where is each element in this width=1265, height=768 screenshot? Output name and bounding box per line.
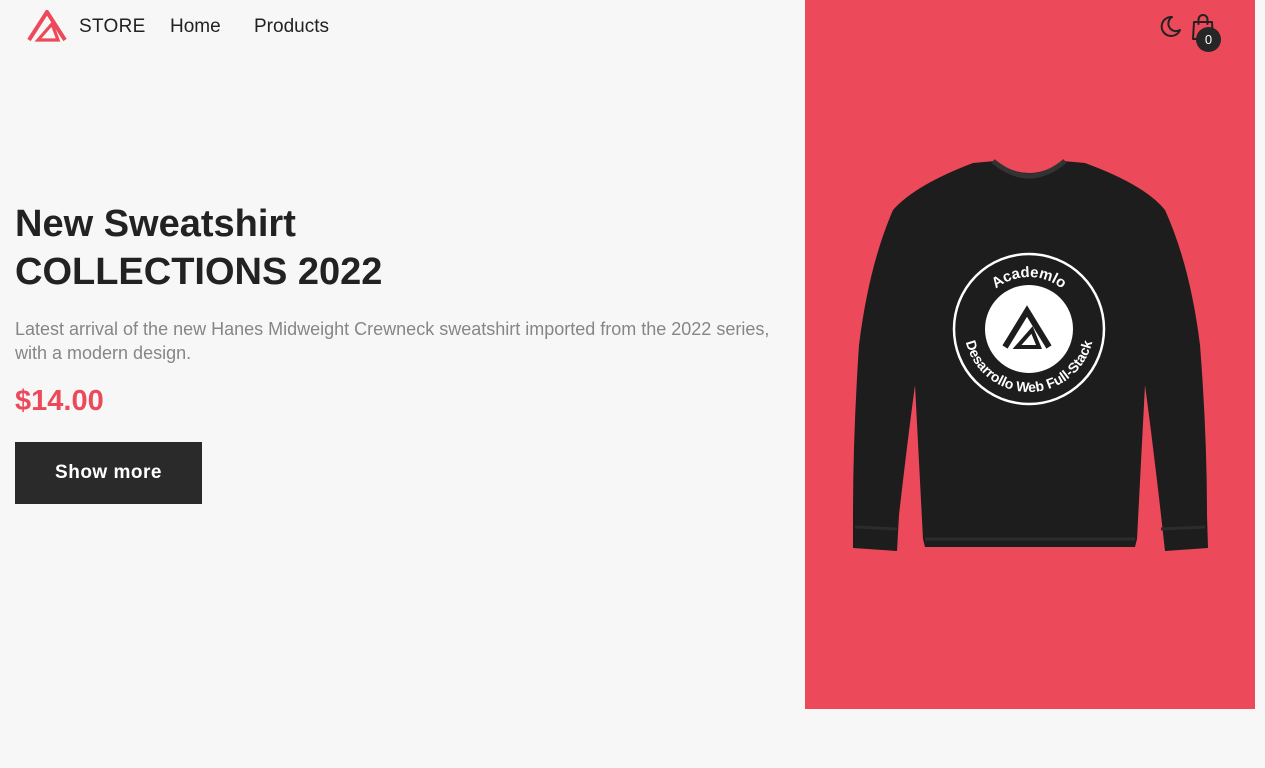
nav-link-home[interactable]: Home [170, 16, 221, 38]
hero-title-line1: New Sweatshirt [15, 203, 296, 245]
hero-price: $14.00 [15, 385, 104, 417]
hero-title: New Sweatshirt COLLECTIONS 2022 [15, 200, 575, 296]
brand-name[interactable]: STORE [79, 16, 146, 38]
nav-link-products[interactable]: Products [254, 16, 329, 38]
show-more-button[interactable]: Show more [15, 442, 202, 504]
hero-description: Latest arrival of the new Hanes Midweigh… [15, 319, 770, 363]
cart-count-badge: 0 [1196, 27, 1221, 52]
hero-title-line2: COLLECTIONS 2022 [15, 251, 383, 293]
sweatshirt-image: Academlo Desarrollo Web Full-Stack [853, 159, 1208, 551]
site-header: STORE Home Products 0 [0, 0, 1265, 56]
logo-icon[interactable] [26, 10, 68, 42]
moon-icon[interactable] [1157, 13, 1183, 39]
